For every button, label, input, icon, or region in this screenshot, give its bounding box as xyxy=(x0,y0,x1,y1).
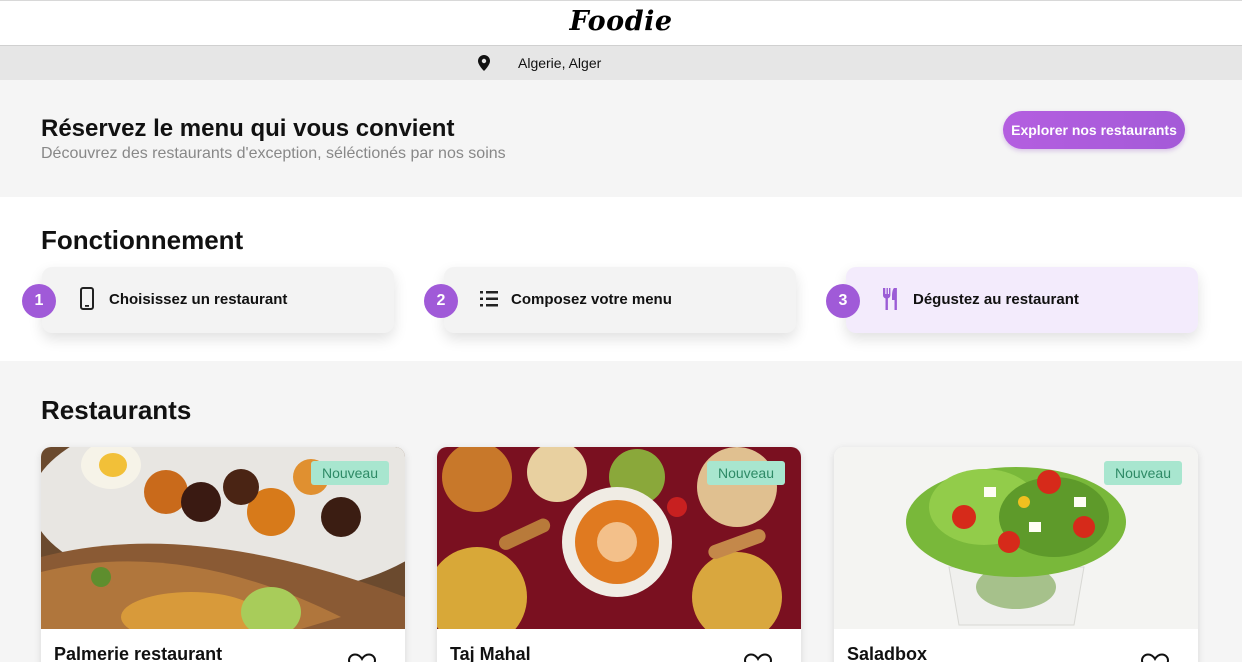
step-label-3: Dégustez au restaurant xyxy=(913,291,1079,308)
how-title: Fonctionnement xyxy=(41,225,244,255)
step-card-2: Composez votre menu xyxy=(444,267,796,333)
restaurant-name[interactable]: Saladbox xyxy=(847,644,927,662)
restaurant-card-palmerie[interactable]: Nouveau Palmerie restaurant xyxy=(41,447,405,662)
restaurant-name[interactable]: Taj Mahal xyxy=(450,644,531,662)
list-icon xyxy=(480,291,498,307)
restaurant-card-taj-mahal[interactable]: Nouveau Taj Mahal xyxy=(437,447,801,662)
hero-section: Réservez le menu qui vous convient Décou… xyxy=(0,80,1242,197)
map-pin-icon xyxy=(478,55,490,71)
how-it-works-section: Fonctionnement Choisissez un restaurant … xyxy=(0,197,1242,361)
hero-title: Réservez le menu qui vous convient xyxy=(41,115,455,142)
smartphone-icon xyxy=(80,287,94,310)
heart-icon[interactable] xyxy=(1140,653,1170,662)
explore-restaurants-button[interactable]: Explorer nos restaurants xyxy=(1003,111,1185,149)
logo[interactable]: Foodie xyxy=(0,6,1242,37)
step-number-3: 3 xyxy=(826,284,860,318)
restaurants-title: Restaurants xyxy=(41,395,192,425)
step-card-3: Dégustez au restaurant xyxy=(846,267,1198,333)
restaurant-name[interactable]: Palmerie restaurant xyxy=(54,644,222,662)
new-badge: Nouveau xyxy=(310,461,389,485)
new-badge: Nouveau xyxy=(1103,461,1182,485)
step-card-1: Choisissez un restaurant xyxy=(42,267,394,333)
restaurants-section: Restaurants Nouveau Palmerie restaurant xyxy=(0,361,1242,662)
step-number-1: 1 xyxy=(22,284,56,318)
fork-knife-icon xyxy=(883,288,897,310)
restaurant-card-saladbox[interactable]: Nouveau Saladbox xyxy=(834,447,1198,662)
new-badge: Nouveau xyxy=(706,461,785,485)
location-bar: Algerie, Alger xyxy=(0,46,1242,80)
hero-subtitle: Découvrez des restaurants d'exception, s… xyxy=(41,145,506,162)
step-number-2: 2 xyxy=(424,284,458,318)
step-label-1: Choisissez un restaurant xyxy=(109,291,288,308)
step-label-2: Composez votre menu xyxy=(511,291,672,308)
top-bar: Foodie xyxy=(0,0,1242,46)
heart-icon[interactable] xyxy=(743,653,773,662)
heart-icon[interactable] xyxy=(347,653,377,662)
location-text[interactable]: Algerie, Alger xyxy=(518,55,601,71)
